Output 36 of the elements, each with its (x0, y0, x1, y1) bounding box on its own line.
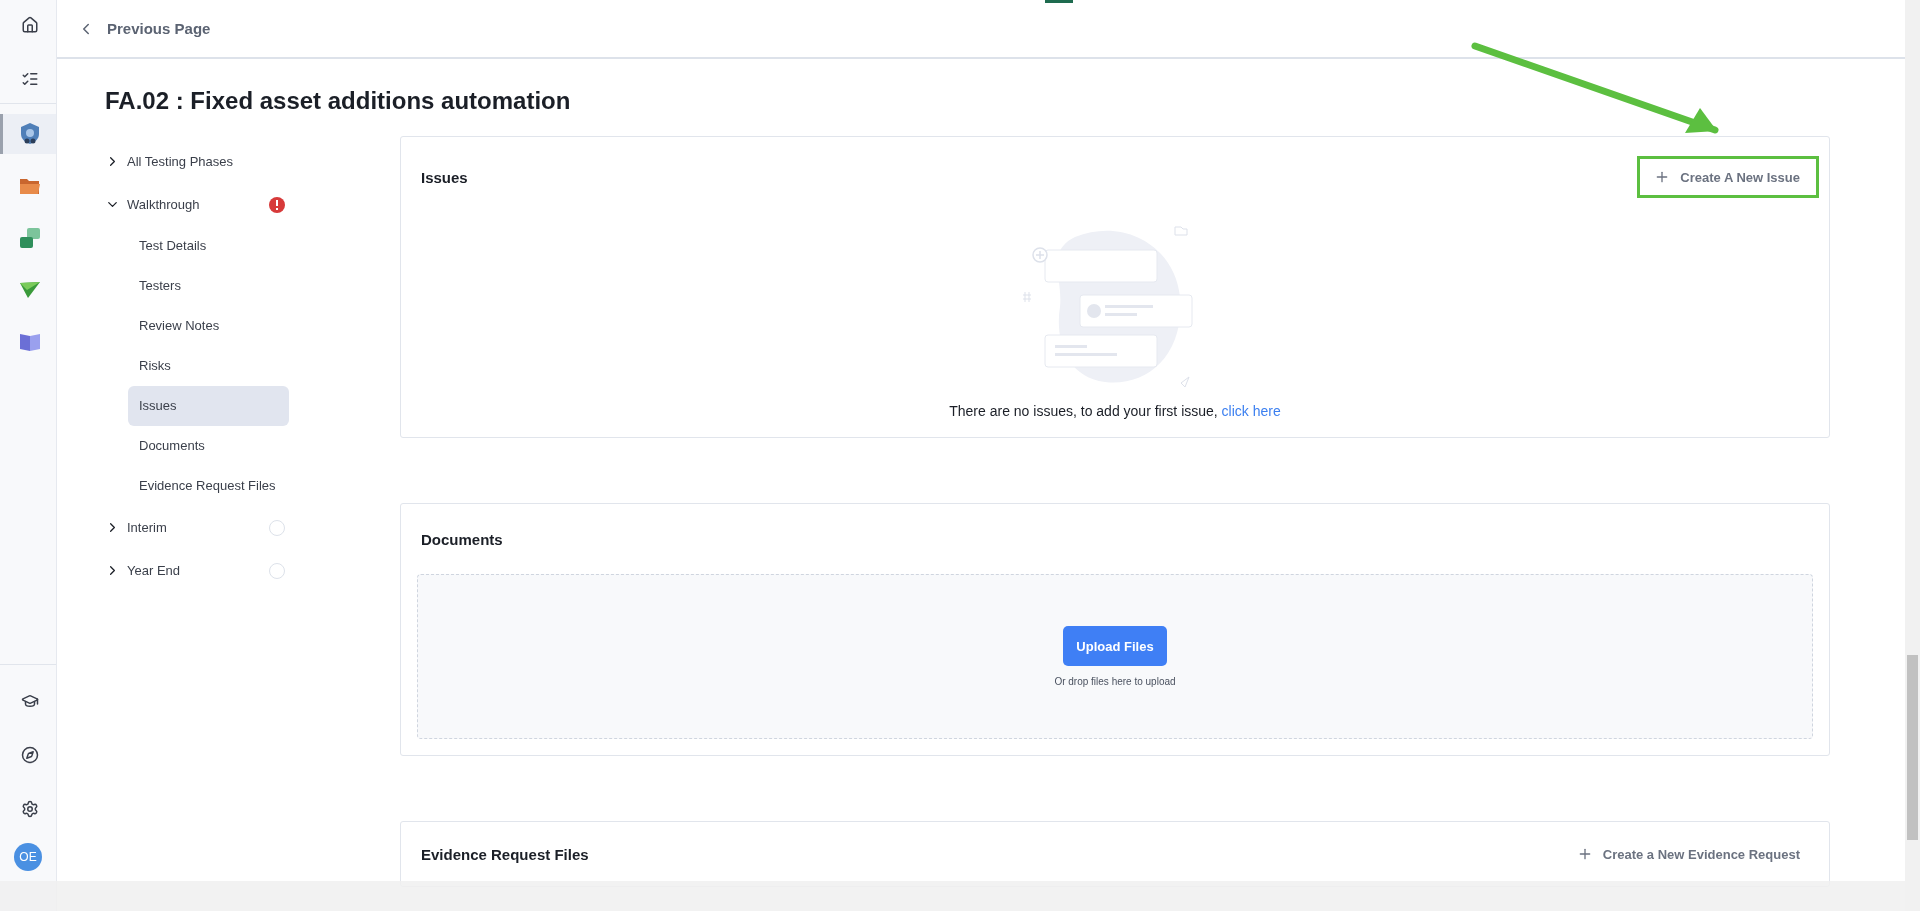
shield-badge-icon (18, 122, 41, 146)
phase-label[interactable]: All Testing Phases (127, 154, 285, 169)
alert-icon (269, 196, 285, 213)
tab-indicator (1045, 0, 1073, 3)
book-icon (18, 332, 41, 352)
paper-plane-icon (18, 281, 41, 299)
card-title: Issues (421, 168, 468, 186)
nav-item[interactable]: Review Notes (128, 306, 289, 346)
page-title: FA.02 : Fixed asset additions automation (105, 86, 572, 116)
home-icon (20, 15, 39, 34)
previous-page-link[interactable]: Previous Page (77, 19, 211, 38)
app-button[interactable] (0, 114, 56, 154)
scrollbar[interactable] (1905, 0, 1920, 911)
phase-label[interactable]: Walkthrough (127, 197, 269, 212)
empty-message: There are no issues, to add your first issue, click here (948, 403, 1282, 419)
create-issue-button[interactable]: Create A New Issue (1637, 156, 1819, 198)
nav-item[interactable]: Evidence Request Files (128, 466, 289, 506)
folder-icon (18, 177, 41, 195)
nav-item[interactable]: Documents (128, 426, 289, 466)
card-title: Evidence Request Files (421, 845, 589, 863)
scrollbar-thumb[interactable] (1907, 655, 1918, 840)
graduation-cap-icon (20, 692, 39, 710)
nav-item[interactable]: Test Details (128, 226, 289, 266)
drop-hint: Or drop files here to upload (1054, 676, 1176, 687)
compass-icon (20, 746, 39, 764)
click-here-link[interactable]: click here (1221, 403, 1281, 419)
nav-item[interactable]: Risks (128, 346, 289, 386)
phase-label[interactable]: Year End (127, 563, 269, 578)
upload-files-button[interactable]: Upload Files (1063, 626, 1167, 666)
nav-item[interactable]: Testers (128, 266, 289, 306)
card-title: Documents (421, 530, 503, 548)
swap-squares-icon (18, 227, 41, 249)
drop-zone[interactable]: Upload Files Or drop files here to upload (417, 574, 1813, 739)
settings-icon (20, 800, 39, 818)
phase-label[interactable]: Interim (127, 520, 269, 535)
nav-item[interactable]: Issues (128, 386, 289, 426)
